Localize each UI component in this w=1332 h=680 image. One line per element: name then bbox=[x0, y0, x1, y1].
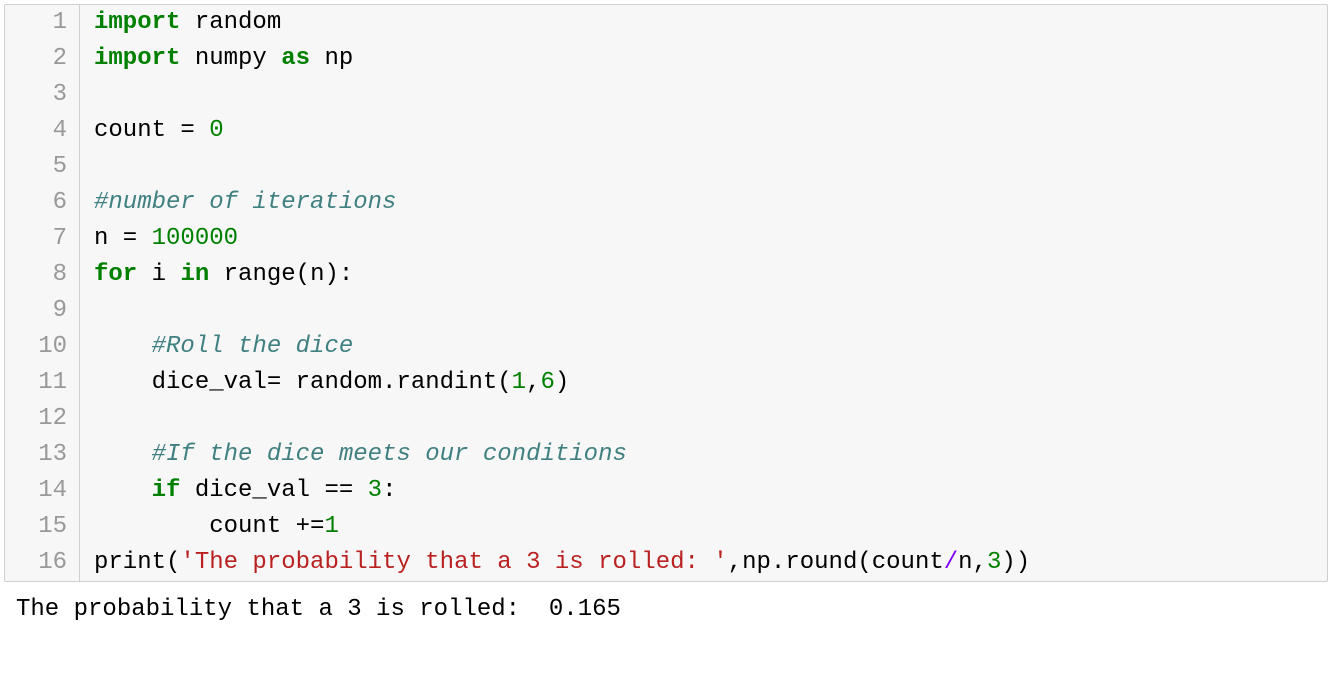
code-content: dice_val= random.randint(1,6) bbox=[80, 365, 569, 401]
line-number: 5 bbox=[5, 149, 80, 185]
code-content: #number of iterations bbox=[80, 185, 396, 221]
line-number: 13 bbox=[5, 437, 80, 473]
line-number: 8 bbox=[5, 257, 80, 293]
line-number: 15 bbox=[5, 509, 80, 545]
code-content: print('The probability that a 3 is rolle… bbox=[80, 545, 1030, 581]
code-content: import numpy as np bbox=[80, 41, 353, 77]
cell-output: The probability that a 3 is rolled: 0.16… bbox=[0, 582, 1332, 638]
code-content: #Roll the dice bbox=[80, 329, 353, 365]
line-number: 16 bbox=[5, 545, 80, 581]
line-number: 9 bbox=[5, 293, 80, 329]
line-number: 3 bbox=[5, 77, 80, 113]
line-number: 10 bbox=[5, 329, 80, 365]
line-number: 6 bbox=[5, 185, 80, 221]
line-number: 7 bbox=[5, 221, 80, 257]
line-number: 4 bbox=[5, 113, 80, 149]
line-number: 1 bbox=[5, 5, 80, 41]
code-content: n = 100000 bbox=[80, 221, 238, 257]
code-line-11: 11 dice_val= random.randint(1,6) bbox=[5, 365, 1327, 401]
code-content: #If the dice meets our conditions bbox=[80, 437, 627, 473]
code-cell: 1 import random 2 import numpy as np 3 4… bbox=[4, 4, 1328, 582]
line-number: 11 bbox=[5, 365, 80, 401]
line-number: 12 bbox=[5, 401, 80, 437]
code-line-8: 8 for i in range(n): bbox=[5, 257, 1327, 293]
code-line-14: 14 if dice_val == 3: bbox=[5, 473, 1327, 509]
code-content: import random bbox=[80, 5, 281, 41]
code-line-1: 1 import random bbox=[5, 5, 1327, 41]
code-line-16: 16 print('The probability that a 3 is ro… bbox=[5, 545, 1327, 581]
code-line-5: 5 bbox=[5, 149, 1327, 185]
code-line-13: 13 #If the dice meets our conditions bbox=[5, 437, 1327, 473]
code-line-7: 7 n = 100000 bbox=[5, 221, 1327, 257]
line-number: 14 bbox=[5, 473, 80, 509]
code-content: for i in range(n): bbox=[80, 257, 353, 293]
code-content: count = 0 bbox=[80, 113, 224, 149]
code-line-6: 6 #number of iterations bbox=[5, 185, 1327, 221]
code-line-9: 9 bbox=[5, 293, 1327, 329]
code-line-4: 4 count = 0 bbox=[5, 113, 1327, 149]
code-content: count +=1 bbox=[80, 509, 339, 545]
code-line-12: 12 bbox=[5, 401, 1327, 437]
code-line-15: 15 count +=1 bbox=[5, 509, 1327, 545]
line-number: 2 bbox=[5, 41, 80, 77]
code-line-10: 10 #Roll the dice bbox=[5, 329, 1327, 365]
code-line-3: 3 bbox=[5, 77, 1327, 113]
code-line-2: 2 import numpy as np bbox=[5, 41, 1327, 77]
code-content: if dice_val == 3: bbox=[80, 473, 396, 509]
